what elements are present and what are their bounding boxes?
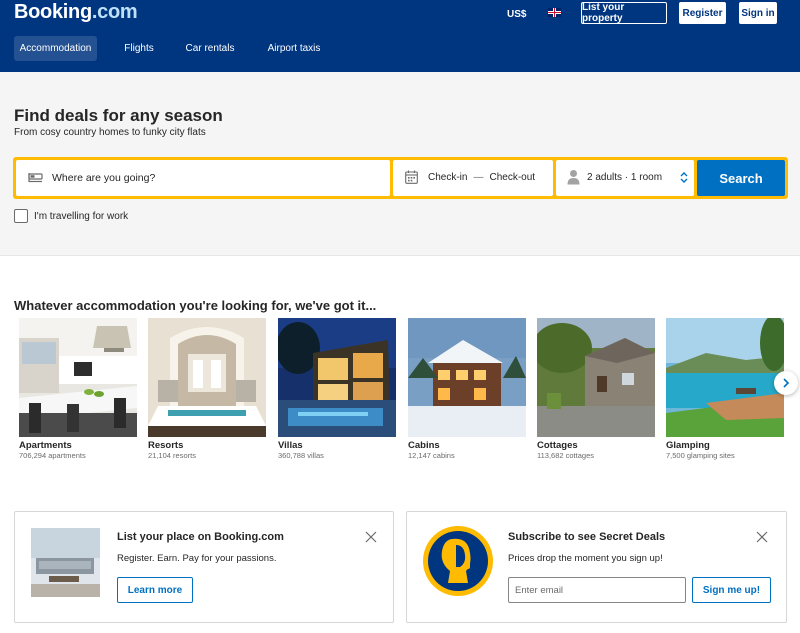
dates-field[interactable]: Check-in — Check-out (393, 160, 553, 196)
glamping-image[interactable] (666, 318, 784, 437)
nav-tab-flights[interactable]: Flights (117, 36, 161, 61)
category-name[interactable]: Cottages (537, 440, 578, 451)
booking-logo[interactable]: Booking.com (14, 1, 138, 24)
nav-tab-car-rentals[interactable]: Car rentals (180, 36, 240, 61)
hero-title: Find deals for any season (14, 106, 223, 125)
check-in-label: Check-in (428, 172, 468, 183)
work-travel-checkbox[interactable] (14, 209, 28, 223)
cabins-image[interactable] (408, 318, 526, 437)
learn-more-button[interactable]: Learn more (117, 577, 193, 603)
category-count: 21,104 resorts (148, 451, 196, 460)
category-count: 12,147 cabins (408, 451, 455, 460)
email-input[interactable] (508, 577, 686, 603)
nav-tab-accommodation[interactable]: Accommodation (14, 36, 97, 61)
check-out-label: Check-out (489, 172, 536, 183)
sign-me-up-button[interactable]: Sign me up! (692, 577, 771, 603)
calendar-icon (405, 170, 418, 184)
chevron-right-icon (783, 378, 790, 388)
guests-field[interactable]: 2 adults · 1 room (556, 160, 694, 196)
secret-deals-icon (423, 526, 493, 596)
secret-deals-card: Subscribe to see Secret Deals Prices dro… (406, 511, 787, 623)
close-icon[interactable] (756, 531, 768, 543)
category-count: 706,294 apartments (19, 451, 86, 460)
categories-title: Whatever accommodation you're looking fo… (14, 298, 377, 313)
bed-icon (28, 173, 43, 183)
villas-image[interactable] (278, 318, 396, 437)
category-card-glamping[interactable]: Glamping 7,500 glamping sites (666, 318, 784, 460)
hero-subtitle: From cosy country homes to funky city fl… (14, 127, 206, 138)
category-card-cabins[interactable]: Cabins 12,147 cabins (408, 318, 526, 460)
dates-text: Check-in — Check-out (428, 172, 535, 183)
category-card-apartments[interactable]: Apartments 706,294 apartments (19, 318, 137, 460)
carousel-next-button[interactable] (774, 371, 798, 395)
list-place-card: List your place on Booking.com Register.… (14, 511, 394, 623)
guests-text: 2 adults · 1 room (587, 172, 663, 183)
list-place-image (31, 528, 100, 597)
top-header: Booking.com US$ List your property Regis… (0, 0, 800, 72)
logo-main: Booking (14, 1, 92, 23)
list-place-text: Register. Earn. Pay for your passions. (117, 553, 277, 564)
destination-field[interactable]: Where are you going? (16, 160, 390, 196)
search-button[interactable]: Search (697, 160, 785, 196)
secret-deals-text: Prices drop the moment you sign up! (508, 553, 663, 564)
category-count: 360,788 villas (278, 451, 324, 460)
category-card-villas[interactable]: Villas 360,788 villas (278, 318, 396, 460)
uk-flag-icon[interactable] (548, 8, 561, 17)
secret-deals-title: Subscribe to see Secret Deals (508, 531, 666, 543)
sign-in-button[interactable]: Sign in (739, 2, 777, 24)
register-button[interactable]: Register (679, 2, 726, 24)
list-place-title: List your place on Booking.com (117, 531, 284, 543)
close-icon[interactable] (365, 531, 377, 543)
destination-placeholder: Where are you going? (52, 172, 156, 184)
currency-selector[interactable]: US$ (507, 9, 526, 20)
category-name[interactable]: Cabins (408, 440, 440, 451)
category-count: 7,500 glamping sites (666, 451, 735, 460)
apartments-image[interactable] (19, 318, 137, 437)
logo-suffix: .com (91, 1, 138, 23)
list-property-button[interactable]: List your property (581, 2, 667, 24)
category-name[interactable]: Apartments (19, 440, 72, 451)
person-icon (567, 170, 580, 185)
category-count: 113,682 cottages (537, 451, 594, 460)
category-name[interactable]: Villas (278, 440, 303, 451)
category-card-cottages[interactable]: Cottages 113,682 cottages (537, 318, 655, 460)
up-down-chevron-icon (680, 172, 688, 183)
work-travel-label[interactable]: I'm travelling for work (34, 211, 128, 222)
nav-tab-airport-taxis[interactable]: Airport taxis (260, 36, 328, 61)
category-card-resorts[interactable]: Resorts 21,104 resorts (148, 318, 266, 460)
category-name[interactable]: Resorts (148, 440, 183, 451)
cottages-image[interactable] (537, 318, 655, 437)
date-separator: — (473, 172, 484, 183)
hero-section: Find deals for any season From cosy coun… (0, 72, 800, 256)
resorts-image[interactable] (148, 318, 266, 437)
category-name[interactable]: Glamping (666, 440, 710, 451)
search-bar: Where are you going? Check-in — Check-out … (13, 157, 788, 199)
